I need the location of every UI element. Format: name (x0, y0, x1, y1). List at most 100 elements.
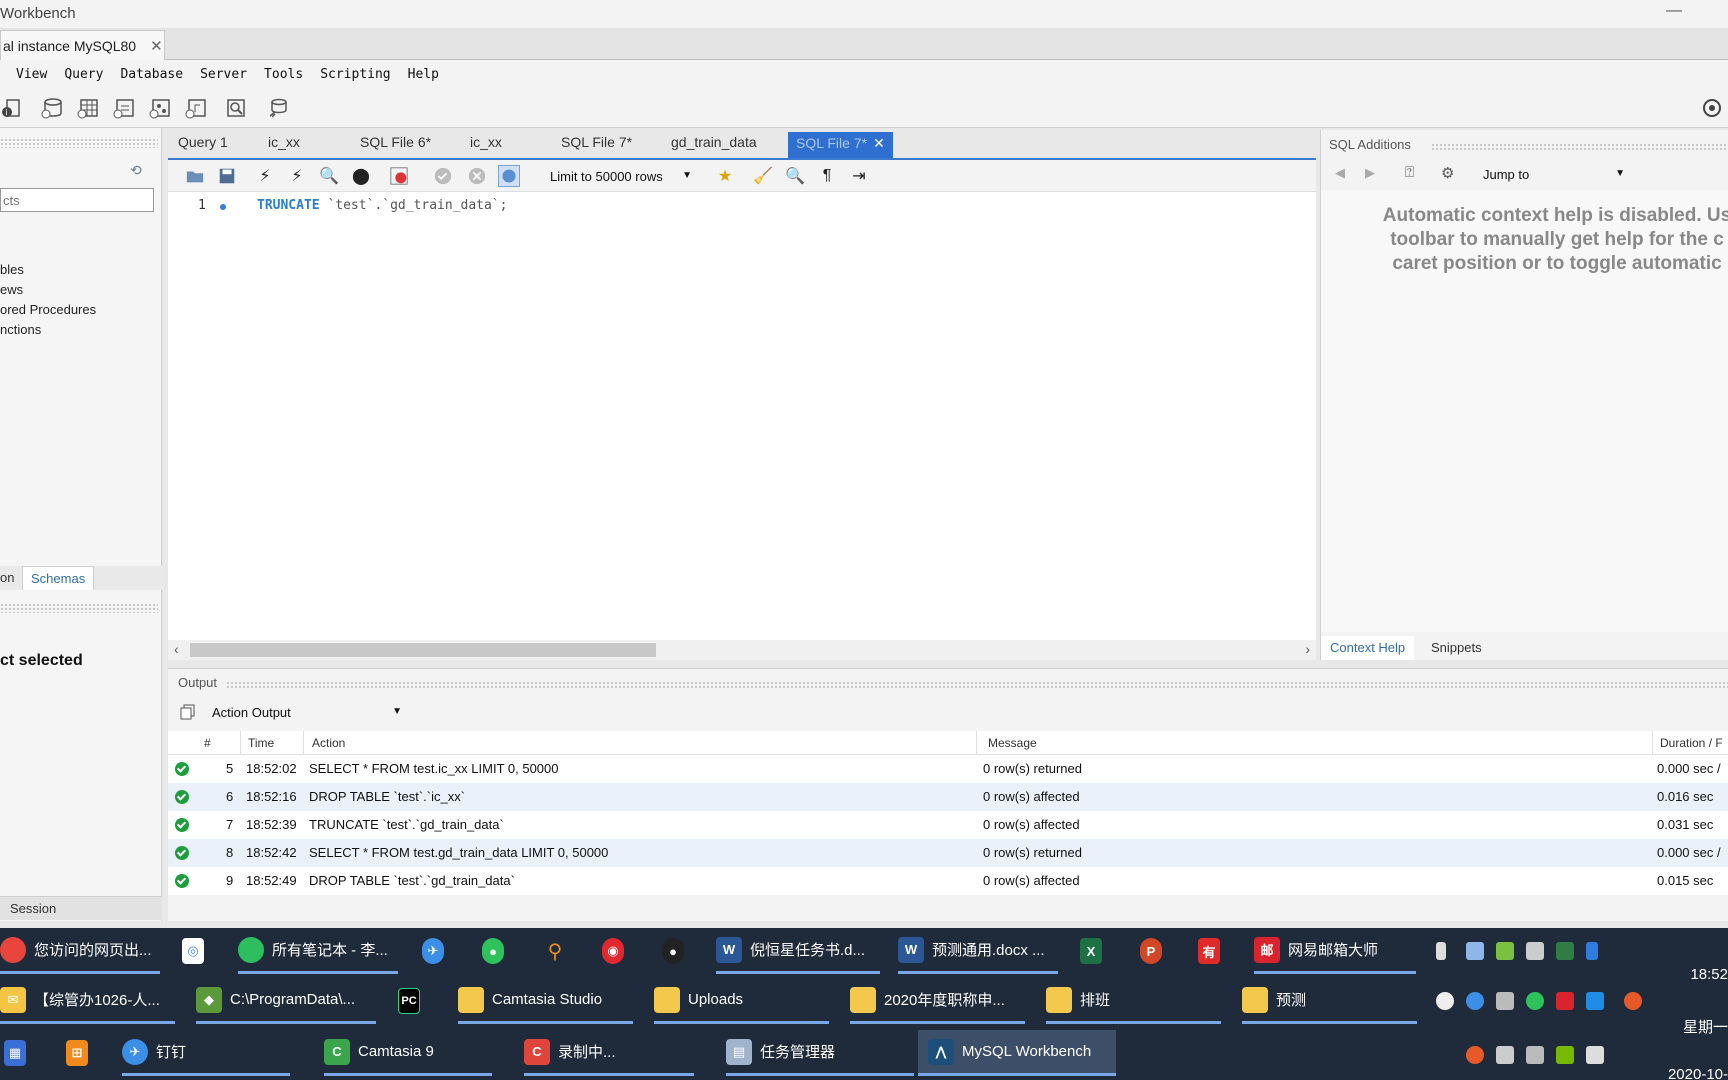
shield-icon[interactable] (1556, 942, 1574, 960)
taskbar-qq[interactable]: ● (662, 928, 692, 974)
taskbar-evernote[interactable]: 所有笔记本 - 李... (238, 928, 398, 974)
commit-icon[interactable] (432, 165, 454, 187)
taskbar-explorer-programdata[interactable]: ◆ C:\ProgramData\... (196, 978, 376, 1024)
tab-schemas[interactable]: Schemas (22, 566, 95, 590)
table-row[interactable]: 5 18:52:02 SELECT * FROM test.ic_xx LIMI… (168, 755, 1728, 783)
taskbar-wechat[interactable]: ● (482, 928, 512, 974)
taskbar-youdao[interactable]: 有 (1198, 928, 1228, 974)
new-table-icon[interactable] (76, 96, 100, 120)
menu-tools[interactable]: Tools (264, 67, 303, 82)
sogou-input-icon[interactable] (1466, 1046, 1484, 1064)
col-message[interactable]: Message (988, 736, 1037, 750)
schema-filter-input[interactable] (0, 188, 154, 212)
tab-snippets[interactable]: Snippets (1431, 640, 1482, 655)
tree-item-tables[interactable]: bles (0, 260, 96, 280)
menu-scripting[interactable]: Scripting (320, 67, 390, 82)
taskbar-folder-forecast[interactable]: 预测 (1242, 978, 1417, 1024)
nvidia-icon[interactable] (1556, 1046, 1574, 1064)
table-row[interactable]: 6 18:52:16 DROP TABLE `test`.`ic_xx` 0 r… (168, 783, 1728, 811)
manual-help-icon[interactable]: ⍰ (1405, 164, 1414, 181)
forward-icon[interactable]: ▶ (1365, 165, 1375, 181)
scroll-right-icon[interactable]: › (1305, 641, 1310, 657)
taskbar-network-diagram[interactable]: ⊞ (66, 1030, 96, 1076)
new-function-icon[interactable] (184, 96, 208, 120)
taskbar-camtasia[interactable]: C Camtasia 9 (324, 1030, 492, 1076)
taskbar-mail-draft[interactable]: ✉ 【综管办1026-人... (0, 978, 175, 1024)
tab-sql-file-7[interactable]: SQL File 7* (561, 134, 632, 150)
onedrive-icon[interactable] (1436, 992, 1454, 1010)
scroll-left-icon[interactable]: ‹ (174, 641, 179, 657)
col-action[interactable]: Action (312, 736, 345, 750)
output-type-select[interactable]: Action Output ▼ (212, 701, 402, 725)
bluetooth-icon[interactable] (1586, 942, 1598, 960)
wechat-tray-icon[interactable] (1496, 942, 1514, 960)
taskbar-pycharm[interactable]: PC (398, 978, 428, 1024)
notification-icon[interactable] (1586, 1046, 1604, 1064)
tab-administration[interactable]: on (0, 570, 14, 585)
auto-help-icon[interactable]: ⚙ (1441, 164, 1454, 182)
tab-ic-xx-2[interactable]: ic_xx (470, 134, 502, 150)
taskbar-netease-music[interactable]: ◉ (602, 928, 632, 974)
taskbar-folder-schedule[interactable]: 排班 (1046, 978, 1221, 1024)
taskbar-dingtalk[interactable]: ✈ 钉钉 (122, 1030, 290, 1076)
battery-icon[interactable] (1526, 942, 1544, 960)
menu-database[interactable]: Database (120, 67, 183, 82)
tree-item-functions[interactable]: nctions (0, 320, 96, 340)
close-icon[interactable]: ✕ (873, 135, 885, 151)
beautify-broom-icon[interactable]: 🧹 (752, 165, 774, 187)
copy-icon[interactable] (180, 704, 196, 720)
taskbar-folder-camtasia[interactable]: Camtasia Studio (458, 978, 633, 1024)
taskbar-search-app[interactable]: ⚲ (544, 928, 574, 974)
taskbar-feishu[interactable]: ✈ (422, 928, 452, 974)
menu-help[interactable]: Help (408, 67, 439, 82)
col-time[interactable]: Time (248, 736, 274, 750)
menu-server[interactable]: Server (200, 67, 247, 82)
tree-item-views[interactable]: ews (0, 280, 96, 300)
search-table-icon[interactable] (224, 96, 248, 120)
taskbar-mysql-workbench[interactable]: ⋀ MySQL Workbench (918, 1030, 1116, 1076)
limit-rows-select[interactable]: Limit to 50000 rows ▼ (544, 166, 696, 188)
search-tray-icon[interactable] (1436, 1046, 1454, 1064)
table-row[interactable]: 8 18:52:42 SELECT * FROM test.gd_train_d… (168, 839, 1728, 867)
table-row[interactable]: 9 18:52:49 DROP TABLE `test`.`gd_train_d… (168, 867, 1728, 895)
taskbar-browser[interactable]: 您访问的网页出... (0, 928, 160, 974)
taskbar-word-1[interactable]: W 倪恒星任务书.d... (716, 928, 880, 974)
save-icon[interactable] (216, 165, 238, 187)
volume-icon[interactable] (1526, 1046, 1544, 1064)
tab-sql-file-7-active[interactable]: SQL File 7* ✕ (788, 132, 893, 158)
tab-context-help[interactable]: Context Help (1321, 636, 1415, 660)
jump-to-select[interactable]: Jump to ▼ (1479, 164, 1629, 186)
add-snippet-star-icon[interactable]: ★ (714, 165, 736, 187)
refresh-icon[interactable]: ⟲ (130, 162, 142, 179)
table-row[interactable]: 7 18:52:39 TRUNCATE `test`.`gd_train_dat… (168, 811, 1728, 839)
taskbar-word-2[interactable]: W 预测通用.docx ... (898, 928, 1058, 974)
clipboard-icon[interactable] (1496, 992, 1514, 1010)
find-icon[interactable]: 🔍 (784, 165, 806, 187)
open-folder-icon[interactable] (184, 165, 206, 187)
toggle-error-icon[interactable] (388, 165, 410, 187)
back-icon[interactable]: ◀ (1335, 165, 1345, 181)
tab-query-1[interactable]: Query 1 (178, 134, 228, 150)
editor-horizontal-scrollbar[interactable]: ‹ › (168, 640, 1316, 660)
tab-sql-file-6[interactable]: SQL File 6* (360, 134, 431, 150)
new-procedure-icon[interactable] (148, 96, 172, 120)
execute-icon[interactable]: ⚡ (254, 165, 276, 187)
info-icon[interactable]: i (0, 96, 24, 120)
tab-ic-xx[interactable]: ic_xx (268, 134, 300, 150)
invisible-chars-icon[interactable]: ¶ (816, 165, 838, 187)
taskbar-excel[interactable]: X (1080, 928, 1110, 974)
mail-tray-icon[interactable] (1556, 992, 1574, 1010)
taskbar-folder-title[interactable]: 2020年度职称申... (850, 978, 1025, 1024)
microphone-icon[interactable] (1436, 942, 1446, 960)
explain-icon[interactable]: 🔍 (318, 165, 340, 187)
minimize-button[interactable]: — (1666, 2, 1682, 20)
security-tray-icon[interactable] (1526, 992, 1544, 1010)
taskbar-folder-uploads[interactable]: Uploads (654, 978, 829, 1024)
network-icon[interactable] (1496, 1046, 1514, 1064)
taskbar-task-manager[interactable]: ▤ 任务管理器 (726, 1030, 914, 1076)
execute-current-icon[interactable]: ⚡ (286, 165, 308, 187)
display-icon[interactable] (1466, 942, 1484, 960)
taskbar-calendar[interactable]: ▦ (4, 1030, 34, 1076)
system-clock[interactable]: 18:52 星期一 2020-10- (1608, 966, 1728, 1080)
taskbar-powerpoint[interactable]: P (1140, 928, 1170, 974)
